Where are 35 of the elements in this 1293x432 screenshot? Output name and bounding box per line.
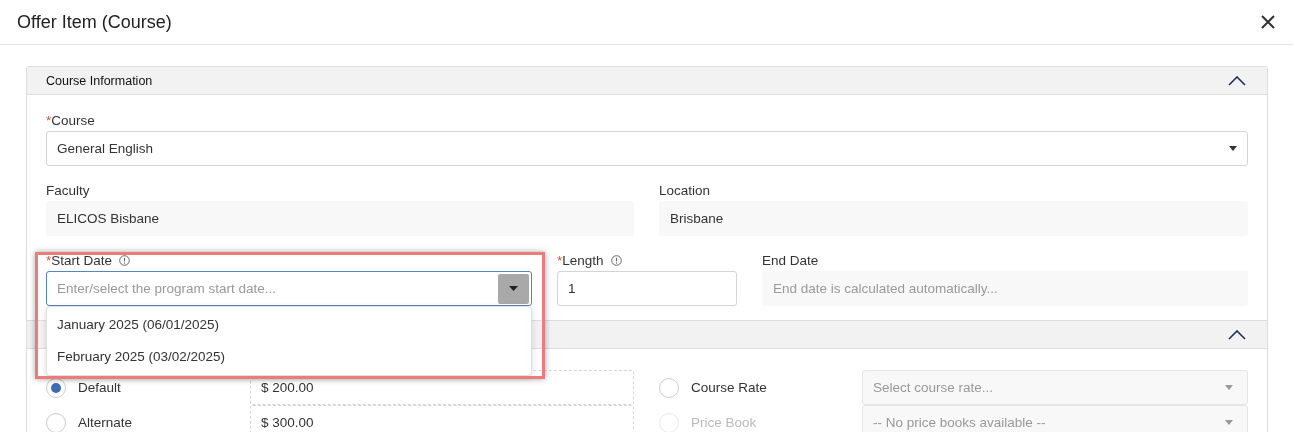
radio-button[interactable]: [659, 377, 679, 398]
chevron-icon[interactable]: [1228, 329, 1246, 340]
field-label: *Course: [46, 113, 96, 128]
length-field[interactable]: 1: [557, 271, 737, 306]
radio-button[interactable]: [46, 412, 66, 432]
location-field: Brisbane: [659, 201, 1248, 236]
dropdown-option[interactable]: February 2025 (03/02/2025): [47, 341, 531, 373]
radio-label: Alternate: [78, 415, 133, 430]
amount-field[interactable]: $ 200.00: [250, 370, 634, 405]
info-icon: [119, 255, 131, 266]
dialog-title: Offer Item (Course): [17, 11, 172, 33]
amount-field[interactable]: $ 300.00: [250, 405, 634, 432]
end-date-field: End date is calculated automatically...: [762, 271, 1248, 306]
close-icon[interactable]: [1261, 15, 1275, 29]
radio-label: Default: [78, 380, 121, 395]
caret-icon: [1225, 420, 1233, 425]
section-title: Course Information: [46, 73, 153, 88]
radio-label: Price Book: [691, 415, 757, 430]
caret-icon: [509, 286, 518, 291]
field-label: Location: [659, 183, 712, 198]
caret-icon: [1229, 146, 1237, 151]
section-header[interactable]: Course Information: [27, 67, 1267, 95]
radio-button[interactable]: [46, 377, 66, 398]
course-select[interactable]: General English: [46, 131, 1248, 166]
dropdown-button[interactable]: [498, 273, 529, 304]
field-label: *Start Date: [46, 253, 113, 268]
dropdown-option[interactable]: January 2025 (06/01/2025): [47, 309, 531, 341]
radio-label: Course Rate: [691, 380, 767, 395]
chevron-icon[interactable]: [1228, 75, 1246, 86]
field-label: *Length: [557, 253, 604, 268]
field-label: Faculty: [46, 183, 91, 198]
faculty-field: ELICOS Bisbane: [46, 201, 634, 236]
info-icon: [610, 255, 622, 266]
caret-icon: [1225, 385, 1233, 390]
field-label: End Date: [762, 253, 820, 268]
